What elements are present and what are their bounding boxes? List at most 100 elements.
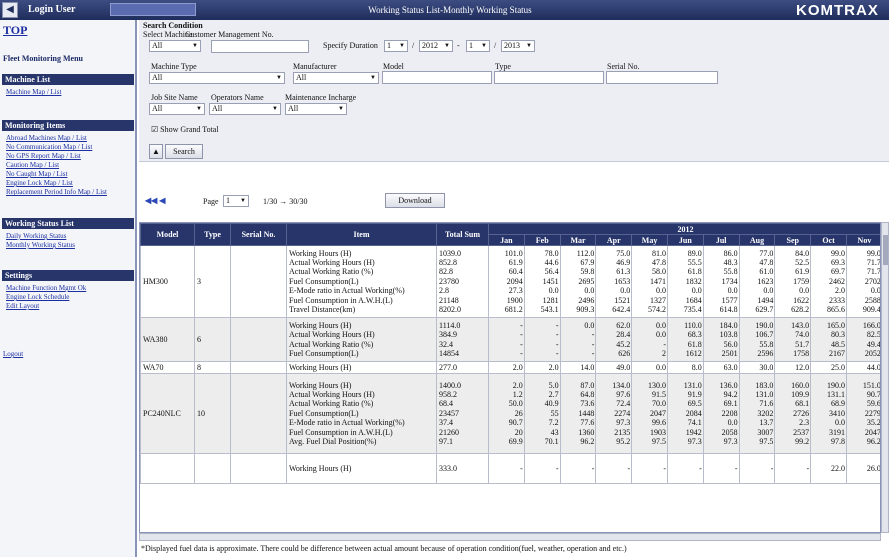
month-value-cell: ---- — [523, 317, 561, 362]
month-value: 574.2 — [647, 305, 666, 315]
maintenance-label: Maintenance Incharge — [285, 93, 357, 102]
month-value: - — [627, 463, 631, 473]
vertical-scrollbar[interactable] — [881, 222, 889, 533]
sidebar-link-caution[interactable]: Caution Map / List — [6, 161, 59, 169]
to-month-select[interactable]: 1 ▼ — [466, 40, 490, 52]
month-value-cell: 2.0 1.2 50.0 26 90.7 20 69.9 — [488, 373, 525, 454]
sidebar-link-engine-schedule[interactable]: Engine Lock Schedule — [6, 293, 69, 301]
month-value: 87.0 — [580, 380, 595, 390]
manufacturer-select[interactable]: All ▼ — [293, 72, 379, 84]
month-value: 40.9 — [544, 399, 559, 409]
sidebar-link-machine-map[interactable]: Machine Map / List — [6, 88, 61, 96]
from-month-select[interactable]: 1 ▼ — [384, 40, 408, 52]
table-row[interactable]: Working Hours (H) 333.0 - - - - - - - - - 22.0 26.0 — [140, 453, 880, 484]
month-value-cell: 8.0 — [666, 361, 704, 374]
table-row[interactable]: WA70 8 Working Hours (H) 277.0 2.0 2.0 14.0 49.… — [140, 361, 880, 374]
sidebar-link-monthly[interactable]: Monthly Working Status — [6, 241, 75, 249]
month-value: 55.8 — [759, 339, 774, 349]
month-value: 70.1 — [544, 437, 559, 447]
sidebar-link-edit-layout[interactable]: Edit Layout — [6, 302, 39, 310]
item-label: Working Hours (H) — [289, 463, 352, 473]
chevron-down-icon: ▼ — [399, 43, 405, 49]
model-input[interactable] — [382, 71, 492, 84]
to-year-select[interactable]: 2013 ▼ — [501, 40, 535, 52]
date-separator: / — [494, 41, 497, 50]
month-value-cell: 44.0 — [845, 361, 880, 374]
maintenance-select[interactable]: All ▼ — [285, 103, 347, 115]
month-value: 2.3 — [799, 418, 810, 428]
month-value-cell: - — [631, 453, 668, 484]
scroll-thumb[interactable] — [883, 235, 888, 265]
month-value-cell: 75.0 46.9 61.3 1653 0.0 1521 642.4 — [595, 245, 633, 318]
sidebar-link-daily[interactable]: Daily Working Status — [6, 232, 66, 240]
month-value: 1448 — [578, 408, 595, 418]
month-value: - — [555, 348, 559, 358]
month-value: - — [663, 339, 666, 349]
month-value-cell: 81.0 47.8 58.0 1471 0.0 1327 574.2 — [631, 245, 668, 318]
month-value: - — [555, 320, 559, 330]
month-value-cell: - — [559, 453, 597, 484]
item-label: Fuel Consumption(L) — [289, 408, 359, 418]
machine-type-select[interactable]: All ▼ — [149, 72, 285, 84]
item-label: Avg. Fuel Dial Position(%) — [289, 437, 377, 447]
month-value: 47.8 — [759, 257, 774, 267]
month-value: 71.7 — [866, 267, 881, 277]
table-row[interactable]: WA380 6 Working Hours (H) Actual Working Ho… — [140, 317, 880, 362]
logout-link[interactable]: Logout — [3, 350, 23, 358]
page-select[interactable]: 1 ▼ — [223, 195, 249, 207]
header-item[interactable]: Item — [286, 223, 437, 246]
from-year-select[interactable]: 2012 ▼ — [419, 40, 453, 52]
header-type[interactable]: Type — [194, 223, 231, 246]
customer-no-input[interactable] — [211, 40, 309, 53]
sidebar-link-no-gps[interactable]: No GPS Report Map / List — [6, 152, 81, 160]
sidebar-link-no-caught[interactable]: No Caught Map / List — [6, 170, 67, 178]
month-value: 14.0 — [580, 362, 595, 372]
type-label: Type — [495, 62, 511, 71]
header-model[interactable]: Model — [140, 223, 195, 246]
jobsite-select[interactable]: All ▼ — [149, 103, 205, 115]
chevron-down-icon: ▼ — [196, 106, 202, 112]
horizontal-scrollbar[interactable] — [139, 533, 881, 541]
operator-select[interactable]: All ▼ — [209, 103, 281, 115]
month-value: 0.0 — [584, 320, 595, 330]
total-value: 852.8 — [439, 257, 457, 267]
header-serial[interactable]: Serial No. — [230, 223, 287, 246]
total-cell: 1039.0 852.8 82.8 23780 2.8 21148 8202.0 — [436, 245, 489, 318]
search-button[interactable]: Search — [165, 144, 203, 159]
table-row[interactable]: PC240NLC 10 Working Hours (H) Actual Workin… — [140, 373, 880, 454]
month-value: 61.9 — [508, 257, 523, 267]
pager-nav-icon[interactable]: ◀◀ ◀ — [145, 196, 165, 205]
grand-total-checkbox[interactable]: ☑ Show Grand Total — [151, 125, 219, 134]
month-value-cell: 14.0 — [559, 361, 597, 374]
total-value: 1039.0 — [439, 248, 461, 258]
sidebar-link-replacement[interactable]: Replacement Period Info Map / List — [6, 188, 107, 196]
month-value: 642.4 — [612, 305, 631, 315]
select-machine-dropdown[interactable]: All ▼ — [149, 40, 201, 52]
sidebar-link-machine-function[interactable]: Machine Function Mgmt Ok — [6, 284, 86, 292]
type-input[interactable] — [494, 71, 604, 84]
month-value: 70.0 — [651, 399, 666, 409]
month-value: 1653 — [614, 276, 631, 286]
month-value: 2702 — [864, 276, 881, 286]
month-value: 1360 — [578, 427, 595, 437]
chevron-down-icon: ▼ — [526, 43, 532, 49]
table-row[interactable]: HM300 3 Working Hours (H) Actual Working Ho… — [140, 245, 881, 318]
month-value: 46.9 — [616, 257, 631, 267]
month-value: 26 — [514, 408, 523, 418]
header-total[interactable]: Total Sum — [436, 223, 489, 246]
month-value-cell: 87.0 64.8 73.6 1448 77.6 1360 96.2 — [559, 373, 597, 454]
month-value: 2501 — [721, 348, 738, 358]
collapse-button[interactable]: ▲ — [149, 144, 163, 159]
back-arrow-icon[interactable]: ◀ — [2, 2, 18, 18]
download-button[interactable]: Download — [385, 193, 445, 208]
sidebar-link-engine-lock[interactable]: Engine Lock Map / List — [6, 179, 73, 187]
month-header: Jul — [702, 234, 740, 246]
sidebar-link-abroad[interactable]: Abroad Machines Map / List — [6, 134, 87, 142]
type-cell: 8 — [194, 361, 231, 374]
month-value: 909.4 — [862, 305, 881, 315]
month-value: 52.5 — [795, 257, 810, 267]
sidebar-link-no-communication[interactable]: No Communication Map / List — [6, 143, 92, 151]
serial-input[interactable] — [606, 71, 718, 84]
top-link[interactable]: TOP — [3, 23, 27, 38]
total-value: 958.2 — [439, 389, 457, 399]
